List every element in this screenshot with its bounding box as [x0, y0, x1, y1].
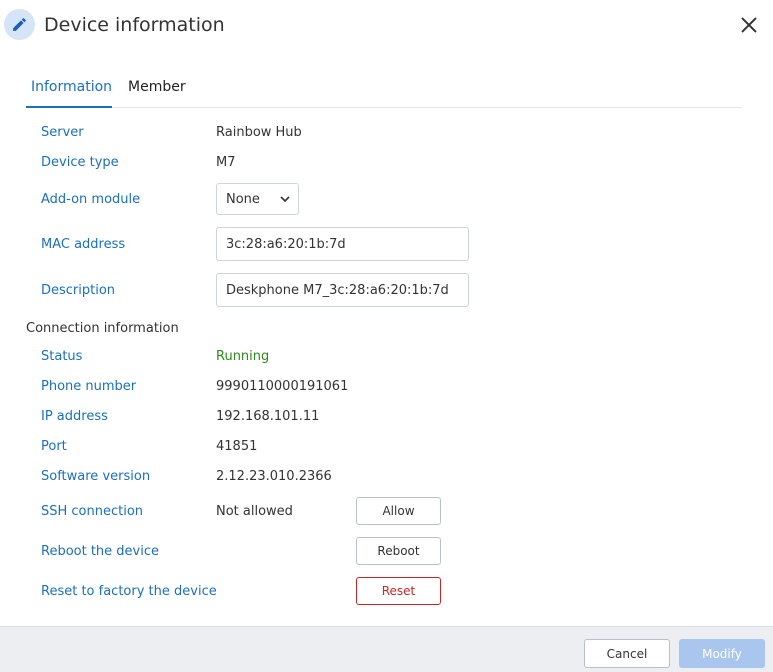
- ip-address-value: 192.168.101.11: [216, 409, 320, 424]
- dialog-header: Device information: [0, 0, 773, 52]
- pencil-icon: [4, 9, 35, 40]
- reboot-label: Reboot the device: [41, 544, 160, 559]
- server-label: Server: [41, 125, 84, 140]
- mac-address-input[interactable]: [216, 227, 469, 261]
- ip-address-label: IP address: [41, 409, 108, 424]
- status-value: Running: [216, 349, 270, 364]
- dialog-title: Device information: [44, 14, 225, 36]
- cancel-button[interactable]: Cancel: [584, 639, 670, 668]
- ssh-connection-label: SSH connection: [41, 504, 144, 519]
- reset-button[interactable]: Reset: [356, 577, 441, 605]
- allow-button[interactable]: Allow: [356, 497, 441, 525]
- chevron-down-icon: [280, 196, 290, 203]
- close-icon[interactable]: [738, 14, 760, 36]
- device-type-label: Device type: [41, 155, 119, 170]
- device-type-value: M7: [216, 155, 236, 170]
- software-version-value: 2.12.23.010.2366: [216, 469, 332, 484]
- addon-module-label: Add-on module: [41, 192, 141, 207]
- addon-module-select[interactable]: None: [216, 183, 299, 215]
- status-label: Status: [41, 349, 83, 364]
- description-input[interactable]: [216, 273, 469, 307]
- tab-information[interactable]: Information: [31, 79, 112, 95]
- tab-bar: Information Member: [26, 72, 742, 108]
- connection-section-title: Connection information: [26, 321, 179, 336]
- reset-label: Reset to factory the device: [41, 584, 217, 599]
- description-label: Description: [41, 283, 116, 298]
- reboot-button[interactable]: Reboot: [356, 537, 441, 565]
- server-value: Rainbow Hub: [216, 125, 302, 140]
- device-information-dialog: Device information Information Member Se…: [0, 0, 773, 672]
- mac-address-label: MAC address: [41, 237, 126, 252]
- ssh-connection-value: Not allowed: [216, 504, 293, 519]
- phone-number-label: Phone number: [41, 379, 137, 394]
- software-version-label: Software version: [41, 469, 151, 484]
- addon-module-selected: None: [226, 191, 260, 207]
- port-value: 41851: [216, 439, 258, 454]
- active-tab-indicator: [26, 106, 112, 108]
- phone-number-value: 9990110000191061: [216, 379, 349, 394]
- tab-member[interactable]: Member: [128, 79, 186, 95]
- modify-button[interactable]: Modify: [679, 639, 765, 668]
- port-label: Port: [41, 439, 67, 454]
